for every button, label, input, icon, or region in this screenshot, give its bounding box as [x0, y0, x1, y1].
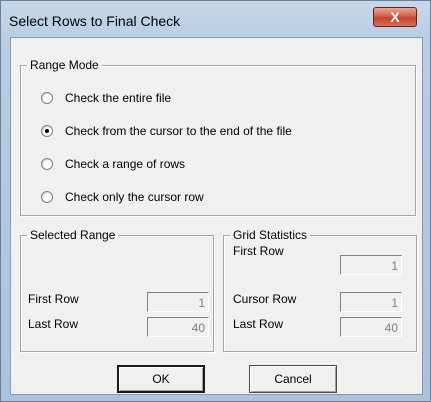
- radio-button-icon[interactable]: [41, 191, 53, 203]
- selected-range-group: Selected Range First Row 1 Last Row 40: [20, 228, 214, 352]
- range-mode-legend: Range Mode: [30, 58, 99, 72]
- radio-button-icon[interactable]: [41, 158, 53, 170]
- grid-last-row-label: Last Row: [233, 317, 284, 331]
- dialog-window: Select Rows to Final Check X Range Mode …: [0, 0, 431, 402]
- grid-last-row-field: 40: [340, 317, 402, 337]
- radio-range-of-rows[interactable]: Check a range of rows: [41, 156, 185, 172]
- grid-statistics-group: Grid Statistics First Row 1 Cursor Row 1…: [223, 228, 417, 352]
- grid-statistics-legend: Grid Statistics: [233, 228, 308, 242]
- grid-first-row-label: First Row: [233, 244, 284, 258]
- selected-range-legend: Selected Range: [30, 228, 116, 242]
- grid-first-row-field: 1: [340, 255, 402, 275]
- last-row-label: Last Row: [28, 317, 79, 331]
- radio-cursor-row-only[interactable]: Check only the cursor row: [41, 189, 204, 205]
- range-mode-group: Range Mode Check the entire file Check f…: [20, 58, 416, 216]
- ok-button[interactable]: OK: [117, 365, 205, 393]
- cancel-button[interactable]: Cancel: [249, 365, 337, 393]
- radio-button-checked-icon[interactable]: [41, 125, 53, 137]
- title-bar[interactable]: Select Rows to Final Check X: [1, 1, 430, 36]
- radio-label: Check only the cursor row: [65, 190, 204, 204]
- dialog-client-area: Range Mode Check the entire file Check f…: [10, 37, 423, 395]
- radio-label: Check from the cursor to the end of the …: [65, 124, 292, 138]
- close-button[interactable]: X: [373, 7, 417, 27]
- close-icon: X: [390, 9, 400, 25]
- cursor-row-label: Cursor Row: [233, 292, 297, 306]
- radio-cursor-to-end[interactable]: Check from the cursor to the end of the …: [41, 123, 292, 139]
- radio-button-icon[interactable]: [41, 92, 53, 104]
- first-row-label: First Row: [28, 292, 79, 306]
- grid-cursor-row-field: 1: [340, 292, 402, 312]
- radio-label: Check a range of rows: [65, 157, 186, 171]
- selected-first-row-field: 1: [147, 292, 209, 312]
- selected-last-row-field: 40: [147, 317, 209, 337]
- window-title: Select Rows to Final Check: [9, 13, 181, 29]
- radio-label: Check the entire file: [65, 91, 172, 105]
- radio-entire-file[interactable]: Check the entire file: [41, 90, 171, 106]
